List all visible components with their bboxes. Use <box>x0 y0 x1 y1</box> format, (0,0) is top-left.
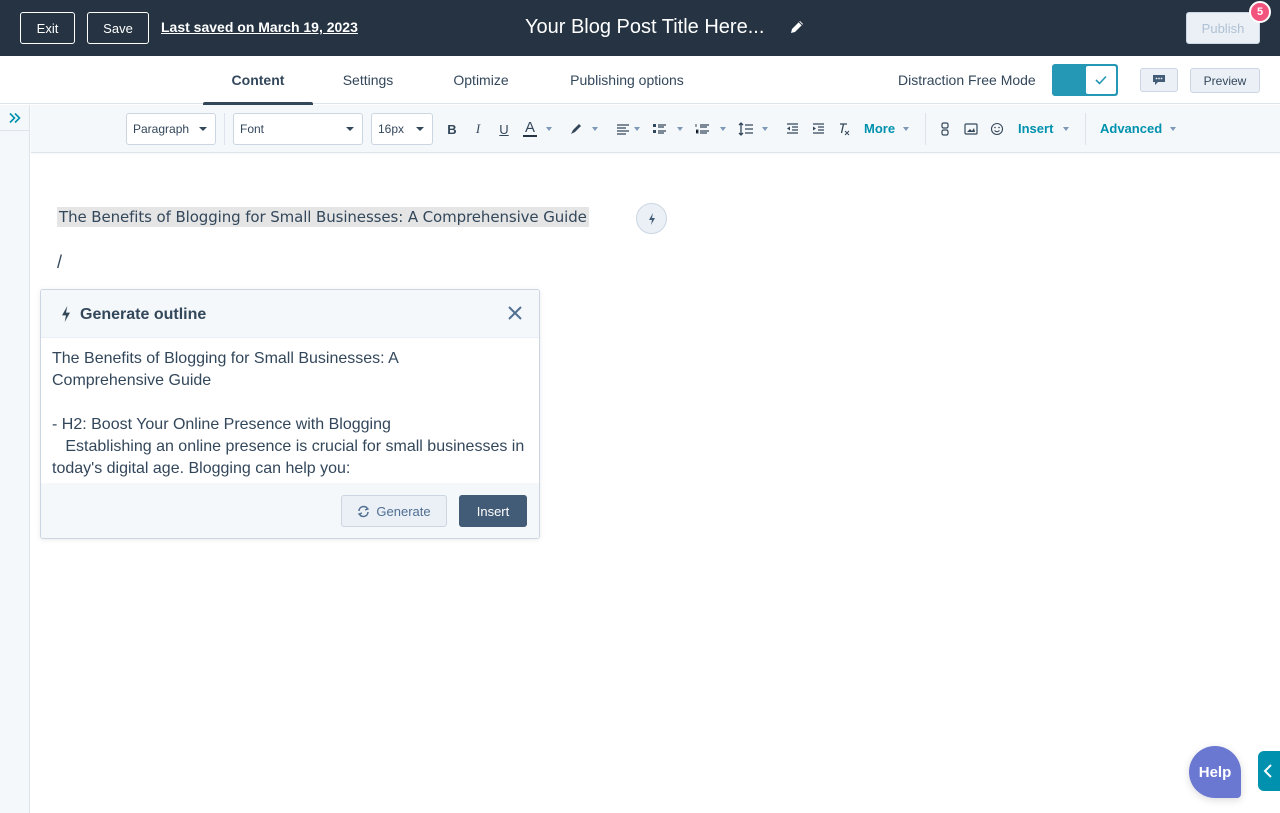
lightning-icon <box>648 212 655 225</box>
editor-tabs-bar: Content Settings Optimize Publishing opt… <box>0 56 1280 105</box>
text-color-button[interactable]: A <box>523 119 537 137</box>
advanced-menu-button[interactable]: Advanced <box>1100 121 1162 136</box>
close-icon[interactable] <box>507 305 523 321</box>
double-chevron-right-icon <box>9 112 21 123</box>
numbered-list-icon[interactable] <box>695 119 710 139</box>
chevron-down-icon[interactable] <box>634 127 640 131</box>
underline-button[interactable]: U <box>498 119 510 139</box>
generate-label: Generate <box>376 503 431 519</box>
more-menu-button[interactable]: More <box>864 121 895 136</box>
emoji-icon[interactable] <box>990 119 1004 139</box>
chevron-down-icon[interactable] <box>592 127 598 131</box>
indent-icon[interactable] <box>812 119 825 139</box>
toolbar-divider <box>224 113 225 145</box>
toolbar-divider <box>925 113 926 145</box>
clear-formatting-icon[interactable] <box>837 119 851 139</box>
slash-command-text[interactable]: / <box>57 252 62 273</box>
highlight-icon[interactable] <box>569 119 583 139</box>
font-select[interactable]: Font <box>233 113 363 145</box>
insert-menu-button[interactable]: Insert <box>1018 121 1053 136</box>
outdent-icon[interactable] <box>786 119 799 139</box>
pencil-icon[interactable] <box>788 18 806 36</box>
distraction-free-label: Distraction Free Mode <box>898 72 1036 88</box>
italic-button[interactable]: I <box>472 119 484 139</box>
toggle-knob <box>1085 65 1117 95</box>
tab-content[interactable]: Content <box>203 56 313 105</box>
popup-footer: Generate Insert <box>41 483 539 538</box>
bold-button[interactable]: B <box>446 119 458 139</box>
ai-assistant-button[interactable] <box>636 203 667 234</box>
publish-button[interactable]: Publish <box>1186 12 1260 44</box>
tab-optimize[interactable]: Optimize <box>440 56 522 104</box>
notification-badge: 5 <box>1249 1 1271 23</box>
generate-outline-popup: Generate outline The Benefits of Bloggin… <box>40 289 540 539</box>
font-value: Font <box>240 122 265 136</box>
chevron-down-icon <box>346 127 354 131</box>
block-format-select[interactable]: Paragraph <box>126 113 216 145</box>
post-title[interactable]: Your Blog Post Title Here... <box>525 16 764 39</box>
help-button[interactable]: Help <box>1189 746 1241 798</box>
chevron-down-icon[interactable] <box>546 127 552 131</box>
preview-button[interactable]: Preview <box>1190 68 1260 93</box>
exit-button[interactable]: Exit <box>20 12 75 44</box>
formatting-toolbar: Paragraph Font 16px B I U A More Insert … <box>31 105 1280 153</box>
font-size-value: 16px <box>378 122 405 136</box>
chevron-down-icon[interactable] <box>762 127 768 131</box>
align-icon[interactable] <box>616 119 630 139</box>
distraction-free-toggle[interactable] <box>1052 64 1118 96</box>
popup-header: Generate outline <box>41 290 539 338</box>
expand-sidebar-button[interactable] <box>0 105 30 131</box>
chevron-down-icon[interactable] <box>903 127 909 131</box>
tab-publishing-options[interactable]: Publishing options <box>556 56 698 104</box>
chevron-down-icon[interactable] <box>720 127 726 131</box>
chevron-down-icon[interactable] <box>1063 127 1069 131</box>
lightning-icon <box>62 306 70 322</box>
selected-heading-text[interactable]: The Benefits of Blogging for Small Busin… <box>57 207 589 227</box>
side-panel-toggle[interactable] <box>1258 751 1280 791</box>
chevron-down-icon[interactable] <box>1170 127 1176 131</box>
comment-icon <box>1153 75 1165 85</box>
outline-text-area[interactable]: The Benefits of Blogging for Small Busin… <box>41 338 539 483</box>
toolbar-divider <box>1085 113 1086 145</box>
save-button[interactable]: Save <box>87 12 149 44</box>
popup-title: Generate outline <box>80 306 207 323</box>
font-size-select[interactable]: 16px <box>371 113 433 145</box>
chevron-down-icon[interactable] <box>677 127 683 131</box>
chevron-down-icon <box>199 127 207 131</box>
line-height-icon[interactable] <box>738 119 754 139</box>
bulleted-list-icon[interactable] <box>652 119 667 139</box>
left-rail <box>0 105 30 813</box>
image-icon[interactable] <box>964 119 978 139</box>
insert-outline-button[interactable]: Insert <box>459 495 527 527</box>
last-saved-link[interactable]: Last saved on March 19, 2023 <box>161 19 358 35</box>
chevron-down-icon <box>416 127 424 131</box>
comments-button[interactable] <box>1140 68 1178 92</box>
tab-settings[interactable]: Settings <box>328 56 408 104</box>
generate-button[interactable]: Generate <box>341 495 447 527</box>
link-icon[interactable] <box>940 119 950 139</box>
checkmark-icon <box>1095 75 1107 85</box>
top-bar: Exit Save Last saved on March 19, 2023 Y… <box>0 0 1280 56</box>
refresh-icon <box>358 505 370 517</box>
chevron-left-icon <box>1263 764 1272 778</box>
block-format-value: Paragraph <box>133 122 190 136</box>
